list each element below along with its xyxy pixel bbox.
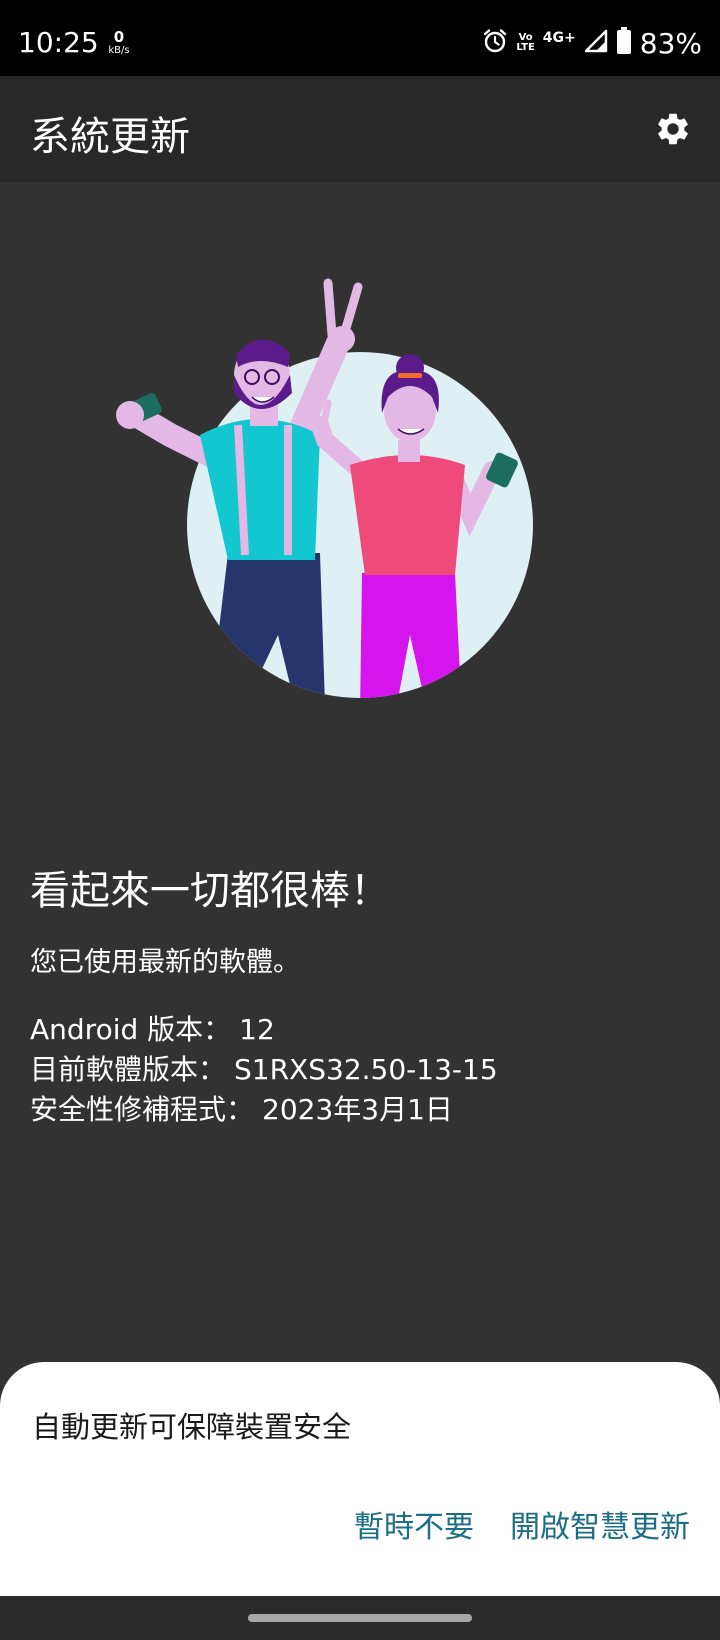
not-now-button[interactable]: 暫時不要	[354, 1502, 474, 1546]
android-version-row: Android 版本： 12	[30, 1010, 498, 1050]
net-speed-value: 0	[113, 28, 125, 46]
volte-bottom: LTE	[516, 42, 535, 53]
status-icons: Vo LTE 4G+ 83%	[482, 26, 702, 60]
android-version-label: Android 版本：	[30, 1013, 232, 1046]
battery-icon	[616, 27, 632, 59]
network-type: 4G+	[542, 30, 576, 46]
app-bar: 系統更新	[0, 76, 720, 182]
security-patch-label: 安全性修補程式：	[30, 1093, 255, 1126]
security-patch-row: 安全性修補程式： 2023年3月1日	[30, 1090, 498, 1130]
status-time: 10:25	[18, 26, 99, 59]
status-bar: 10:25 0 kB/s Vo LTE 4G+ 83%	[0, 0, 720, 76]
sheet-title: 自動更新可保障裝置安全	[32, 1410, 352, 1444]
net-speed-unit: kB/s	[108, 45, 130, 56]
version-info: Android 版本： 12 目前軟體版本： S1RXS32.50-13-15 安全…	[30, 1010, 498, 1130]
alarm-icon	[482, 28, 508, 58]
status-subtext: 您已使用最新的軟體。	[30, 947, 300, 978]
celebration-illustration	[110, 275, 550, 725]
enable-smart-update-button[interactable]: 開啟智慧更新	[510, 1502, 690, 1546]
settings-button[interactable]	[648, 106, 698, 156]
signal-icon	[584, 29, 608, 57]
auto-update-sheet: 自動更新可保障裝置安全 暫時不要 開啟智慧更新	[0, 1362, 720, 1596]
software-version-value: S1RXS32.50-13-15	[234, 1053, 498, 1086]
page-title: 系統更新	[30, 114, 190, 160]
gear-icon	[654, 110, 692, 152]
software-version-label: 目前軟體版本：	[30, 1053, 227, 1086]
status-heading: 看起來一切都很棒！	[30, 868, 390, 914]
battery-percent: 83%	[639, 26, 702, 60]
volte-indicator: Vo LTE	[516, 33, 534, 53]
net-speed-indicator: 0 kB/s	[106, 30, 132, 56]
navigation-bar	[0, 1596, 720, 1640]
security-patch-value: 2023年3月1日	[262, 1093, 453, 1126]
gesture-handle[interactable]	[248, 1614, 472, 1622]
software-version-row: 目前軟體版本： S1RXS32.50-13-15	[30, 1050, 498, 1090]
android-version-value: 12	[239, 1013, 275, 1046]
